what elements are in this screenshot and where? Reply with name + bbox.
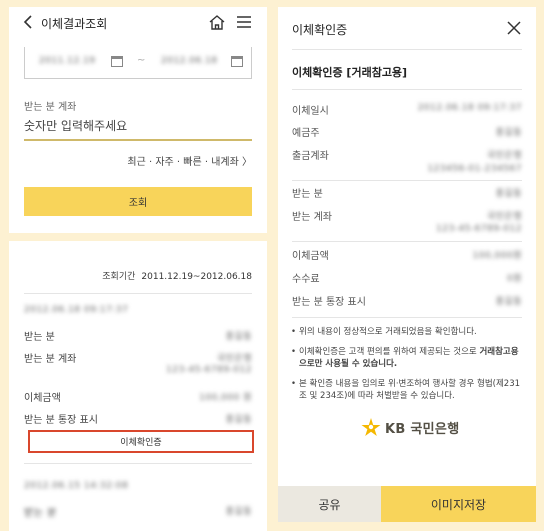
kb-bank-name: KB 국민은행 [385,421,460,437]
recipient-account-number: 123-45-6789-012 [166,365,252,375]
divider [24,463,252,464]
fee-label: 수수료 [292,274,320,285]
divider [292,241,522,242]
transfer-amount-value: 100,000원 [472,251,522,261]
query-period-value: 2011.12.19~2012.06.18 [141,272,252,282]
page-title: 이체결과조회 [41,17,108,31]
recipient-bank: 국민은행 [486,212,522,222]
recipient-label: 받는 분 [292,189,323,200]
account-holder-label: 예금주 [292,128,320,139]
home-icon[interactable] [208,14,226,31]
divider [292,89,522,90]
account-label: 받는 분 계좌 [24,102,77,113]
transfer-datetime-value: 2012.06.18 09:17:37 [417,103,522,113]
transaction-datetime: 2012.06.15 14:32:08 [24,481,129,491]
passbook-display-label: 받는 분 통장 표시 [24,415,98,426]
fee-value: 0원 [506,274,522,284]
recipient-account-label: 받는 분 계좌 [24,354,77,365]
back-icon[interactable] [21,14,35,30]
kb-star-icon [361,418,381,436]
divider [292,180,522,181]
end-date[interactable]: 2012.06.18 [161,56,218,66]
share-button[interactable]: 공유 [278,486,381,522]
transfer-certificate-modal: 이체확인증 이체확인증 [거래참고용] 이체일시 2012.06.18 09:1… [278,7,536,522]
transfer-amount-label: 이체금액 [292,251,329,262]
transfer-datetime-label: 이체일시 [292,106,329,117]
account-holder-value: 홍길동 [495,128,522,138]
calendar-icon[interactable] [111,56,123,67]
notice-item: 본 확인증 내용을 임의로 위·변조하여 행사할 경우 형법(제231조 및 2… [291,378,523,403]
withdrawal-bank: 국민은행 [486,151,522,161]
recipient-label: 받는 분 [24,508,57,519]
withdrawal-account-label: 출금계좌 [292,151,329,162]
close-icon[interactable] [507,21,521,35]
recipient-account-number: 123-45-6789-012 [436,224,522,234]
notice-item: 위의 내용이 정상적으로 거래되었음을 확인합니다. [291,326,523,339]
withdrawal-account-number: 123456-01-234567 [427,164,522,174]
divider [292,49,522,50]
search-card: 이체결과조회 2011.12.19 ~ 2012.06.18 받는 분 계좌 최… [9,7,267,233]
divider [24,293,252,294]
passbook-display-label: 받는 분 통장 표시 [292,297,366,308]
modal-title: 이체확인증 [292,23,348,37]
recipient-bank: 국민은행 [216,354,252,364]
transfer-result-screen: 이체결과조회 2011.12.19 ~ 2012.06.18 받는 분 계좌 최… [9,7,267,531]
calendar-icon[interactable] [231,56,243,67]
amount-value: 100,000 원 [199,393,252,403]
recipient-value: 홍길동 [225,332,252,342]
app-header: 이체결과조회 [9,7,267,39]
query-period-label: 조회기간 [102,272,136,282]
certificate-title: 이체확인증 [거래참고용] [292,66,408,79]
save-image-button[interactable]: 이미지저장 [381,486,536,522]
divider [292,317,522,318]
quick-account-links[interactable]: 최근 · 자주 · 빠른 · 내계좌 〉 [127,153,252,168]
passbook-display-value: 홍길동 [495,297,522,307]
notice-text: 이체확인증은 고객 편의를 위하여 제공되는 것으로 [299,346,480,357]
amount-label: 이체금액 [24,393,61,404]
passbook-display-value: 홍길동 [225,415,252,425]
transfer-certificate-button[interactable]: 이체확인증 [28,430,254,453]
transaction-datetime: 2012.06.18 09:17:37 [24,305,129,315]
account-number-input[interactable] [24,113,252,141]
start-date[interactable]: 2011.12.19 [39,56,96,66]
kb-bank-logo: KB 국민은행 [360,417,459,437]
results-card: 조회기간 2011.12.19~2012.06.18 2012.06.18 09:… [9,241,267,531]
recipient-value: 홍길동 [495,189,522,199]
recipient-value: 홍길동 [225,507,252,517]
query-button[interactable]: 조회 [24,187,252,216]
recipient-label: 받는 분 [24,332,55,343]
menu-icon[interactable] [236,15,252,29]
notice-list: 위의 내용이 정상적으로 거래되었음을 확인합니다. 이체확인증은 고객 편의를… [291,326,523,410]
query-period: 조회기간 2011.12.19~2012.06.18 [102,269,252,282]
date-range-picker: 2011.12.19 ~ 2012.06.18 [24,47,252,79]
date-separator: ~ [137,55,146,66]
notice-item: 이체확인증은 고객 편의를 위하여 제공되는 것으로 거래참고용으로만 사용될 … [291,346,523,371]
recipient-account-label: 받는 계좌 [292,212,332,223]
